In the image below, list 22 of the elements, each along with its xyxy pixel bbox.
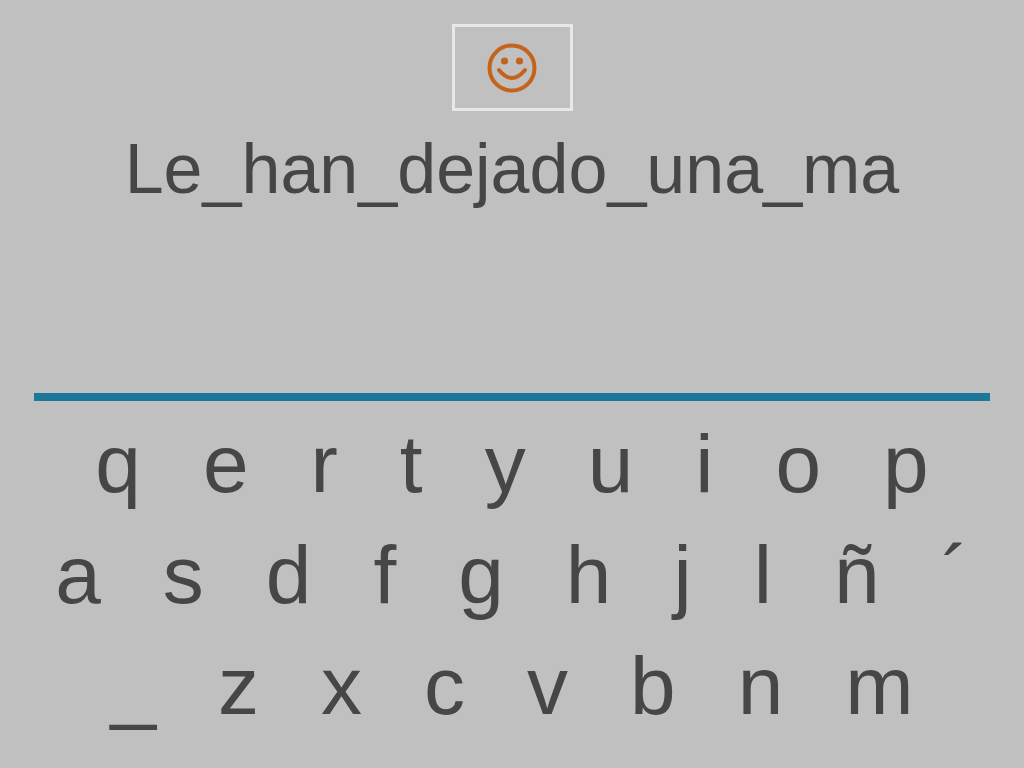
letter-key[interactable]: f (365, 534, 405, 616)
letter-key[interactable]: u (579, 423, 642, 505)
letter-key[interactable]: z (210, 645, 268, 727)
letter-key[interactable]: ñ (825, 534, 888, 616)
letter-key[interactable]: o (767, 423, 830, 505)
letter-key[interactable]: m (837, 645, 922, 727)
letter-key[interactable]: n (729, 645, 792, 727)
letter-key[interactable]: t (391, 423, 431, 505)
smiley-icon (487, 42, 537, 93)
letter-key[interactable]: a (47, 534, 109, 616)
letter-key[interactable]: v (519, 645, 577, 727)
letter-key[interactable]: c (416, 645, 474, 727)
letter-key[interactable]: h (557, 534, 620, 616)
letter-key[interactable]: r (302, 423, 346, 505)
letter-key[interactable]: i (687, 423, 722, 505)
letter-key[interactable]: e (194, 423, 257, 505)
letter-key[interactable]: s (154, 534, 212, 616)
letter-key[interactable]: x (313, 645, 371, 727)
letter-key[interactable]: b (622, 645, 684, 727)
letter-key[interactable]: d (257, 534, 320, 616)
letter-key[interactable]: l (745, 534, 780, 616)
letter-key[interactable]: ´ (933, 534, 977, 616)
